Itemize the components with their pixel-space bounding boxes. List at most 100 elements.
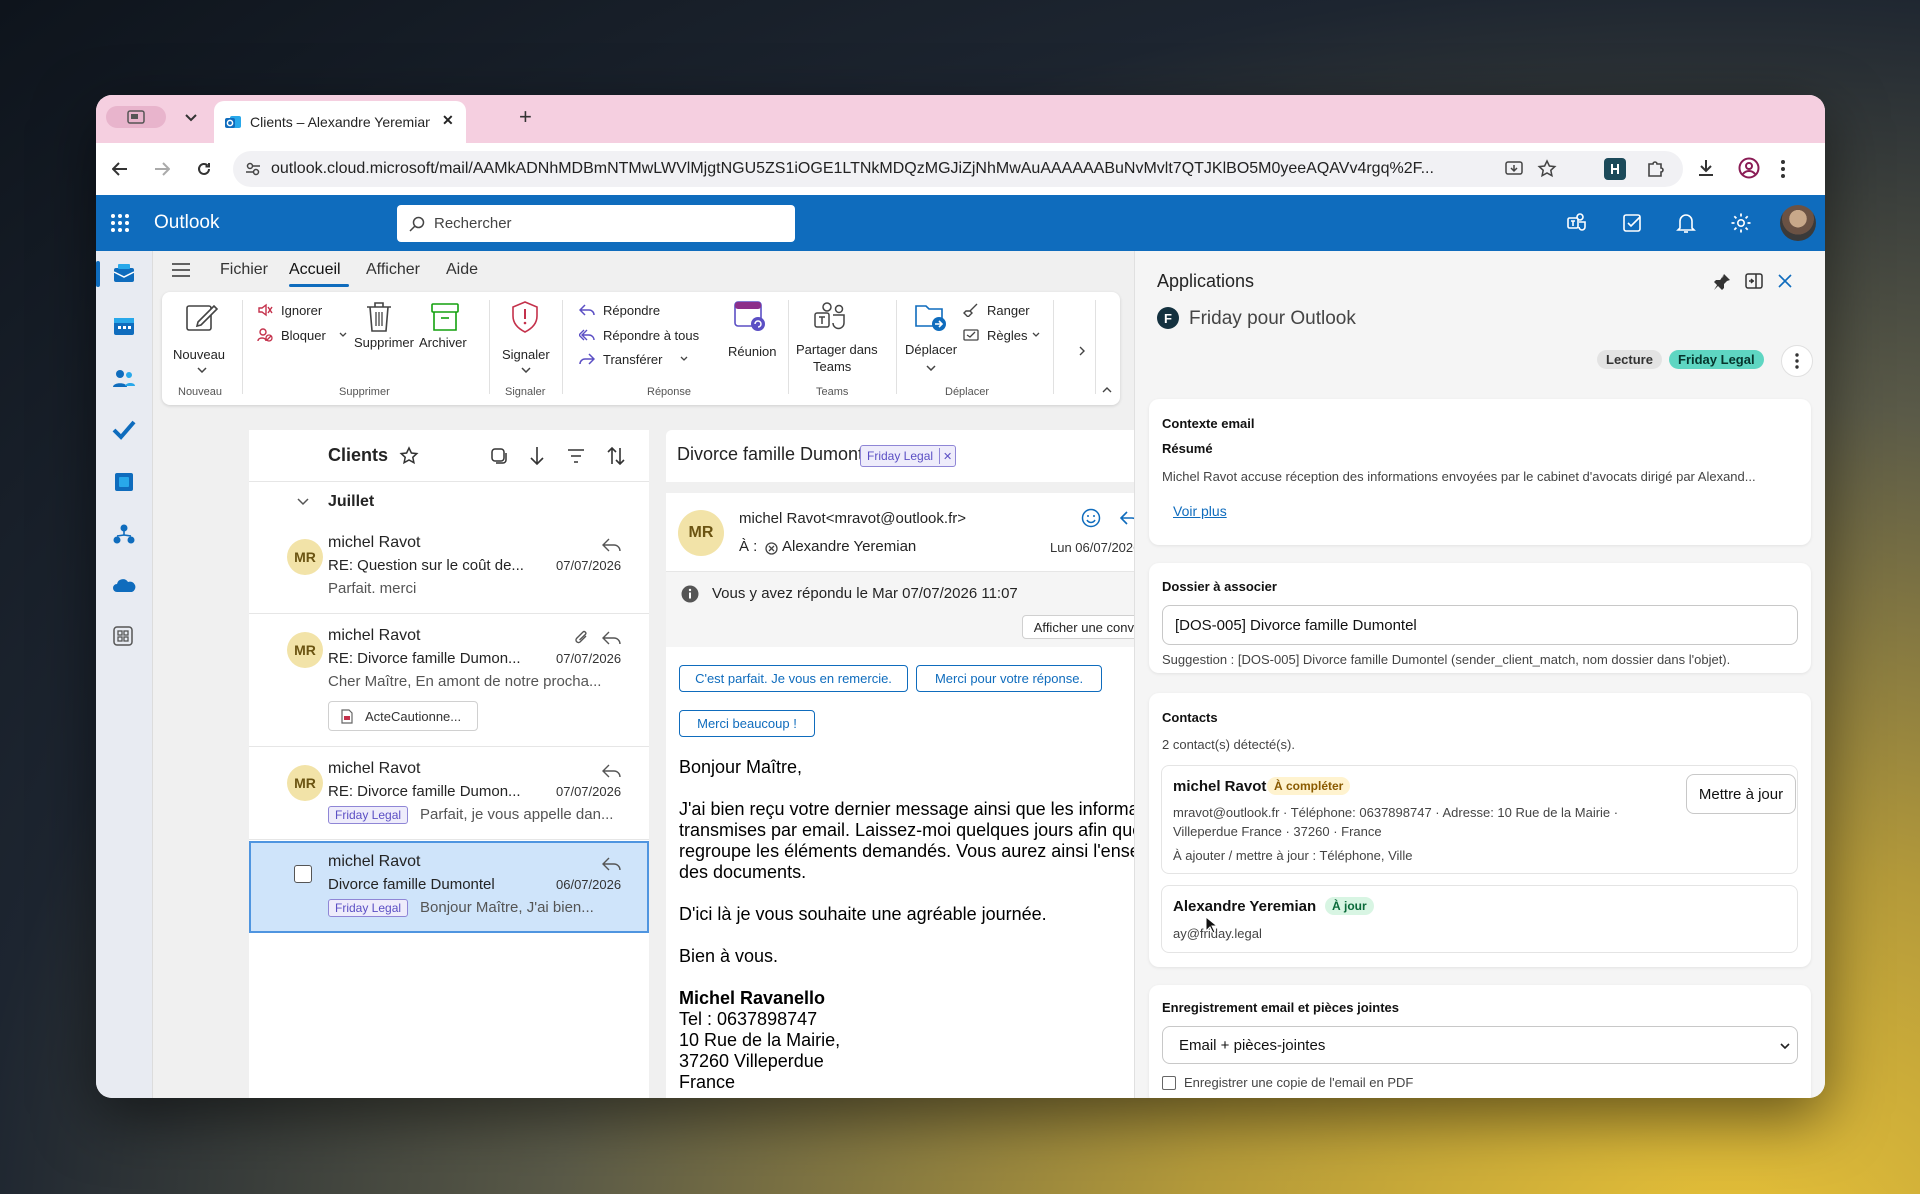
teams-icon[interactable] <box>1566 212 1588 234</box>
recipient[interactable]: Alexandre Yeremian <box>782 538 916 555</box>
people-icon[interactable] <box>112 367 136 389</box>
category-tag[interactable]: Friday Legal <box>328 899 409 917</box>
close-tab-icon[interactable]: ✕ <box>442 112 454 129</box>
bookmark-star-icon[interactable] <box>1537 159 1557 179</box>
archive-icon[interactable] <box>430 301 460 333</box>
mail-icon[interactable] <box>112 263 136 285</box>
tab-fichier[interactable]: Fichier <box>220 261 268 279</box>
meeting-icon[interactable] <box>733 299 767 333</box>
chevron-down-icon[interactable] <box>926 365 936 371</box>
collapse-ribbon-icon[interactable] <box>1102 387 1112 393</box>
category-tag[interactable]: Friday Legal <box>328 806 409 824</box>
from-address[interactable]: michel Ravot<mravot@outlook.fr> <box>739 510 966 527</box>
todo-icon[interactable] <box>1622 212 1644 234</box>
list-item[interactable]: MR michel Ravot RE: Divorce famille Dumo… <box>249 615 649 747</box>
extensions-puzzle-icon[interactable] <box>1646 158 1666 178</box>
tab-afficher[interactable]: Afficher <box>366 261 420 279</box>
reply-button[interactable]: Répondre <box>603 303 660 318</box>
settings-gear-icon[interactable] <box>1730 212 1752 234</box>
suggested-reply-1[interactable]: C'est parfait. Je vous en remercie. <box>679 665 908 692</box>
browser-menu-icon[interactable] <box>1780 159 1786 179</box>
avatar[interactable] <box>1780 205 1816 241</box>
list-item[interactable]: MR michel Ravot RE: Question sur le coût… <box>249 522 649 614</box>
bookings-icon[interactable] <box>112 471 136 493</box>
filter-icon[interactable] <box>567 448 585 464</box>
org-explorer-icon[interactable] <box>112 523 136 545</box>
ribbon-more-chevron-icon[interactable] <box>1079 346 1085 356</box>
save-pdf-label[interactable]: Enregistrer une copie de l'email en PDF <box>1184 1075 1413 1090</box>
category-tag[interactable]: Friday Legal ✕ <box>860 445 957 467</box>
signature-line: France <box>679 1072 736 1092</box>
new-mail-button[interactable]: Nouveau <box>173 347 225 362</box>
downloads-icon[interactable] <box>1696 158 1716 178</box>
select-checkbox[interactable] <box>294 865 312 883</box>
voir-plus-link[interactable]: Voir plus <box>1173 503 1227 519</box>
meeting-button[interactable]: Réunion <box>728 344 776 359</box>
tab-active[interactable]: Clients – Alexandre Yeremian ✕ <box>214 101 466 143</box>
jump-down-icon[interactable] <box>530 446 544 466</box>
dock-panel-icon[interactable] <box>1745 273 1763 289</box>
todo-check-icon[interactable] <box>112 419 136 441</box>
sweep-button[interactable]: Ranger <box>987 303 1030 318</box>
site-settings-icon[interactable] <box>245 161 261 177</box>
app-launcher-icon[interactable] <box>110 213 130 233</box>
chevron-down-icon[interactable] <box>197 367 207 373</box>
reply-all-button[interactable]: Répondre à tous <box>603 328 699 343</box>
dossier-field[interactable]: [DOS-005] Divorce famille Dumontel <box>1162 605 1798 645</box>
tab-search-button[interactable] <box>176 105 206 131</box>
new-tab-button[interactable]: + <box>519 104 532 130</box>
back-icon[interactable] <box>108 157 132 181</box>
share-teams-icon[interactable] <box>813 301 847 333</box>
select-mode-icon[interactable] <box>490 447 508 465</box>
more-apps-icon[interactable] <box>112 625 134 647</box>
emoji-reaction-icon[interactable] <box>1081 508 1101 528</box>
chevron-down-icon[interactable] <box>339 332 347 337</box>
tab-groups-button[interactable] <box>106 106 166 128</box>
sender-avatar[interactable]: MR <box>678 510 724 556</box>
delete-button[interactable]: Supprimer <box>354 335 414 350</box>
tab-accueil[interactable]: Accueil <box>289 261 341 279</box>
move-button[interactable]: Déplacer <box>905 342 957 357</box>
tab-aide[interactable]: Aide <box>446 261 478 279</box>
forward-icon[interactable] <box>150 157 174 181</box>
sort-icon[interactable] <box>606 446 626 466</box>
chevron-down-icon[interactable] <box>297 498 309 506</box>
attachment-chip[interactable]: ActeCautionne... <box>328 701 478 731</box>
suggested-reply-3[interactable]: Merci beaucoup ! <box>679 710 815 737</box>
chevron-down-icon[interactable] <box>680 356 688 361</box>
chevron-down-icon[interactable] <box>521 367 531 373</box>
new-mail-icon[interactable] <box>184 300 218 334</box>
forward-button[interactable]: Transférer <box>603 352 662 367</box>
ignore-button[interactable]: Ignorer <box>281 303 322 318</box>
block-button[interactable]: Bloquer <box>281 328 326 343</box>
report-shield-icon[interactable] <box>510 300 540 334</box>
remove-tag-icon[interactable]: ✕ <box>939 448 955 464</box>
hamburger-menu-icon[interactable] <box>171 262 191 278</box>
update-contact-button[interactable]: Mettre à jour <box>1686 774 1796 814</box>
list-item-selected[interactable]: michel Ravot Divorce famille Dumontel 06… <box>249 841 649 933</box>
archive-button[interactable]: Archiver <box>419 335 467 350</box>
suggested-reply-2[interactable]: Merci pour votre réponse. <box>916 665 1102 692</box>
onedrive-icon[interactable] <box>112 575 136 597</box>
search-input[interactable]: Rechercher <box>397 205 795 242</box>
rules-button[interactable]: Règles <box>987 328 1027 343</box>
favorite-star-icon[interactable] <box>399 446 419 466</box>
save-mode-select[interactable]: Email + pièces-jointes <box>1162 1026 1798 1064</box>
share-teams-button[interactable]: Partager dans <box>796 342 878 357</box>
list-item[interactable]: MR michel Ravot RE: Divorce famille Dumo… <box>249 748 649 840</box>
extension-h-icon[interactable] <box>1604 158 1626 180</box>
move-folder-icon[interactable] <box>914 300 948 334</box>
pin-icon[interactable] <box>1713 273 1731 291</box>
profile-icon[interactable] <box>1738 157 1760 179</box>
report-button[interactable]: Signaler <box>502 347 550 362</box>
notifications-bell-icon[interactable] <box>1676 212 1696 234</box>
addin-menu-icon[interactable] <box>1781 345 1813 377</box>
reload-icon[interactable] <box>192 157 216 181</box>
save-pdf-checkbox[interactable] <box>1162 1076 1176 1090</box>
install-app-icon[interactable] <box>1505 160 1523 178</box>
url-bar[interactable]: outlook.cloud.microsoft/mail/AAMkADNhMDB… <box>233 151 1683 187</box>
calendar-icon[interactable] <box>112 315 136 337</box>
close-panel-icon[interactable] <box>1778 274 1792 288</box>
chevron-down-icon[interactable] <box>1032 332 1040 337</box>
delete-trash-icon[interactable] <box>364 300 394 334</box>
